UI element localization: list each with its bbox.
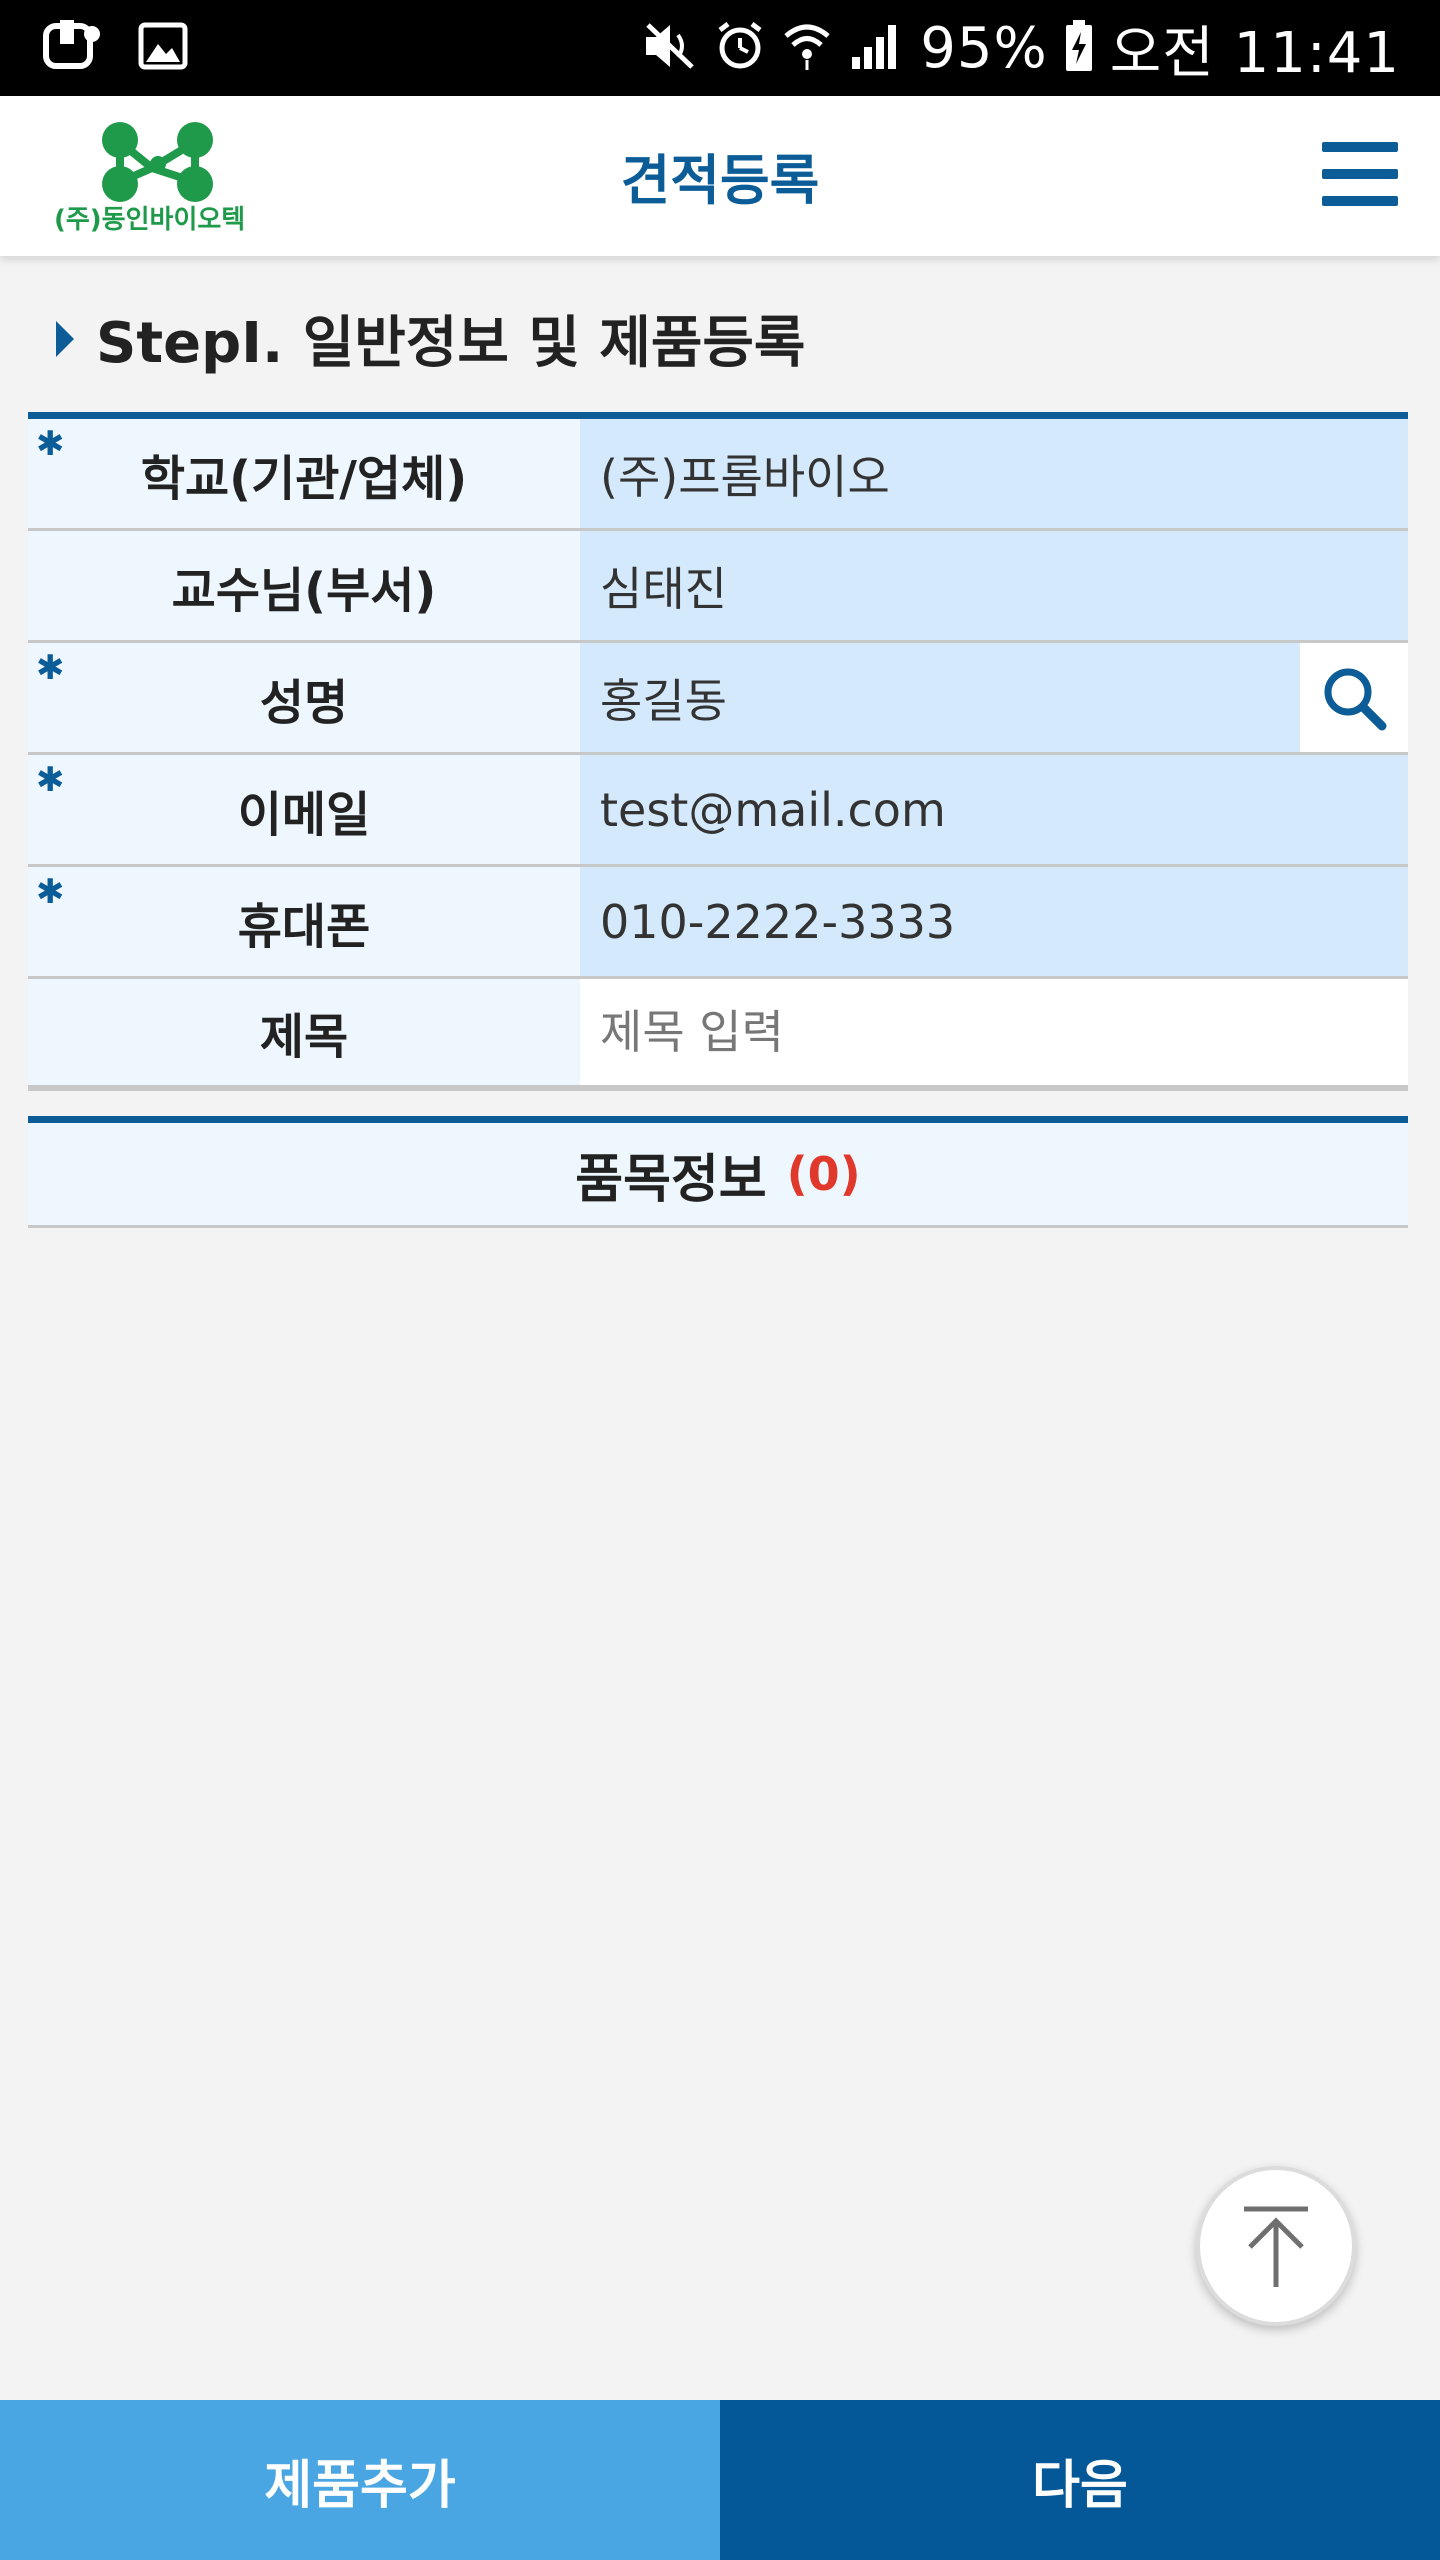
school-label: 학교(기관/업체) [140,450,468,507]
signal-icon [848,21,904,75]
arrow-up-icon [1244,2206,1308,2287]
battery-percent: 95% [920,15,1048,81]
name-field[interactable] [600,643,1300,752]
scroll-top-button[interactable] [1196,2166,1356,2326]
form-row-professor: 교수님(부서) [28,531,1408,643]
section-title-text: StepI. 일반정보 및 제품등록 [96,311,806,376]
phone-label: 휴대폰 [237,898,371,955]
app-notification-icon [42,20,102,76]
form-row-email: ✱ 이메일 [28,755,1408,867]
search-button[interactable] [1300,643,1408,752]
title-field[interactable] [600,979,1408,1085]
form-row-school: ✱ 학교(기관/업체) [28,419,1408,531]
items-header: 품목정보 (0) [28,1116,1408,1228]
clock: 오전 11:41 [1109,20,1400,86]
battery-icon [1064,20,1094,76]
bottom-action-bar: 제품추가 다음 [0,2400,1440,2560]
info-form: ✱ 학교(기관/업체) 교수님(부서) ✱ 성명 ✱ [28,412,1408,1091]
email-field[interactable] [600,755,1408,864]
name-label: 성명 [259,674,349,731]
required-asterisk-icon: ✱ [36,424,65,464]
page-title: 견적등록 [620,149,820,212]
required-asterisk-icon: ✱ [36,760,65,800]
section-title: StepI. 일반정보 및 제품등록 [56,298,805,379]
professor-label: 교수님(부서) [171,562,437,619]
school-field[interactable] [600,419,1408,528]
required-asterisk-icon: ✱ [36,648,65,688]
items-title: 품목정보 [575,1149,767,1210]
mute-icon [642,21,698,75]
gallery-icon [138,22,188,74]
email-label: 이메일 [237,786,371,843]
alarm-icon [714,20,766,76]
hamburger-menu-icon[interactable] [1322,136,1398,212]
professor-field[interactable] [600,531,1408,640]
form-row-phone: ✱ 휴대폰 [28,867,1408,979]
title-label: 제목 [259,1009,349,1065]
add-product-button[interactable]: 제품추가 [0,2400,720,2560]
app-header: (주)동인바이오텍 견적등록 [0,96,1440,256]
next-button[interactable]: 다음 [720,2400,1440,2560]
form-row-name: ✱ 성명 [28,643,1408,755]
triangle-bullet-icon [56,320,74,357]
wifi-icon [782,20,832,76]
search-icon [1324,668,1387,730]
status-bar: 95% 오전 11:41 [0,0,1440,96]
phone-field[interactable] [600,867,1408,976]
items-count-badge: (0) [786,1147,861,1201]
required-asterisk-icon: ✱ [36,872,65,912]
form-row-title: 제목 [28,979,1408,1091]
